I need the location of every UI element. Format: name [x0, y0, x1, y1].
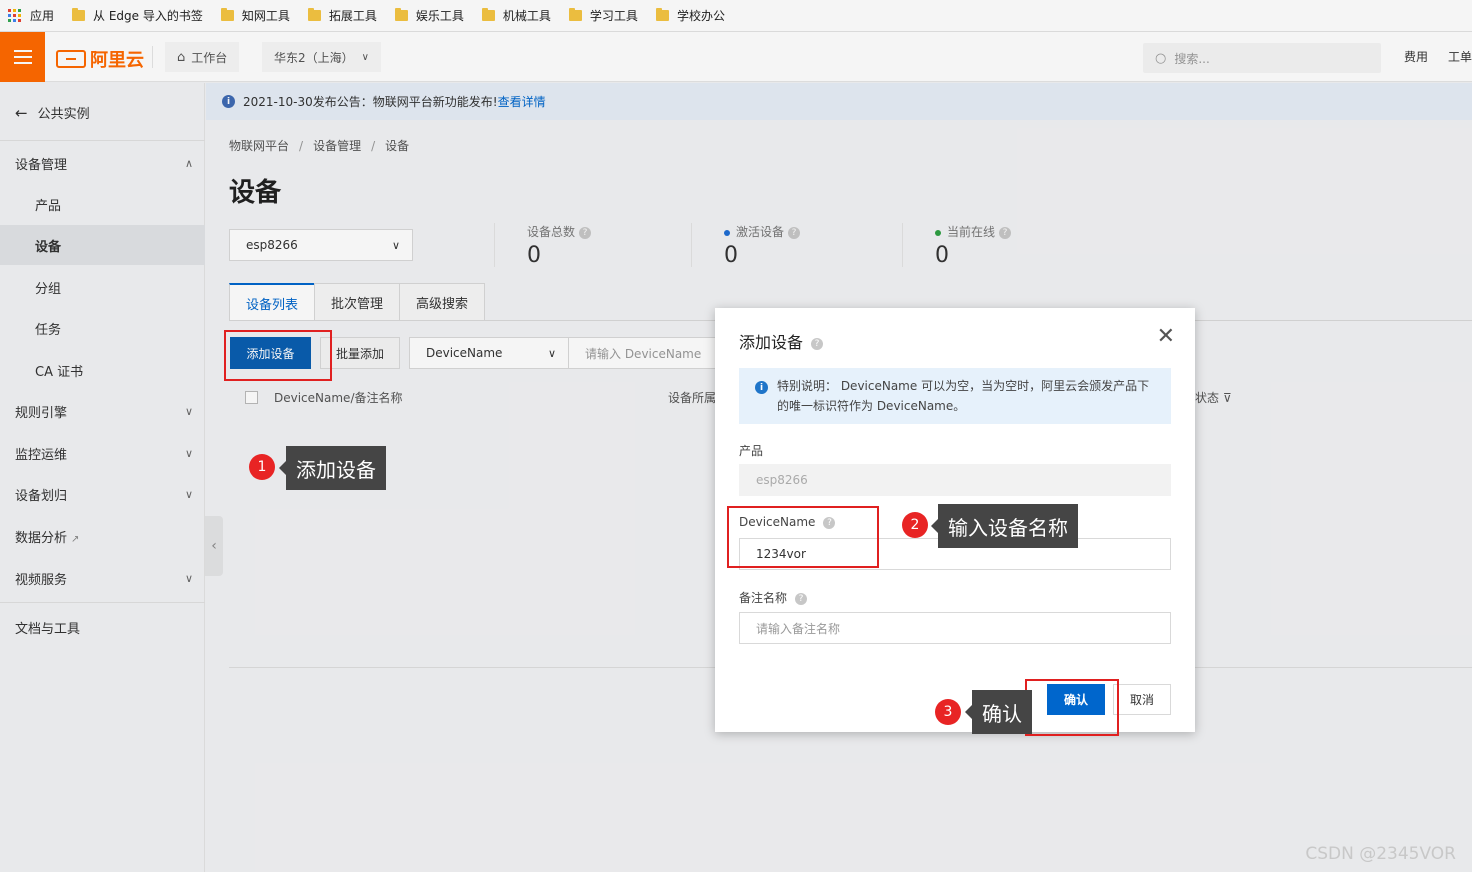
highlight-box	[1025, 679, 1119, 736]
close-icon[interactable]: ✕	[1157, 326, 1175, 348]
step-number-badge: 3	[935, 699, 961, 725]
remark-label: 备注名称?	[739, 589, 808, 606]
dialog-info-text: 特别说明： DeviceName 可以为空，当为空时，阿里云会颁发产品下的唯一标…	[777, 379, 1150, 413]
dialog-info-box: i 特别说明： DeviceName 可以为空，当为空时，阿里云会颁发产品下的唯…	[739, 368, 1171, 424]
help-icon[interactable]: ?	[811, 337, 824, 350]
cancel-button[interactable]: 取消	[1113, 684, 1171, 715]
dialog-title: 添加设备?	[739, 329, 824, 353]
watermark: CSDN @2345VOR	[1305, 844, 1456, 864]
step-callout: 添加设备	[279, 446, 386, 490]
step-callout: 输入设备名称	[931, 504, 1078, 548]
product-label: 产品	[739, 444, 764, 458]
product-field: esp8266	[739, 464, 1171, 496]
highlight-box	[727, 506, 879, 568]
step-callout: 确认	[965, 690, 1032, 734]
step-number-badge: 2	[902, 512, 928, 538]
help-icon[interactable]: ?	[795, 592, 808, 605]
highlight-box	[224, 330, 332, 381]
info-icon: i	[755, 381, 768, 394]
step-number-badge: 1	[249, 454, 275, 480]
remark-input[interactable]: 请输入备注名称	[739, 612, 1171, 644]
